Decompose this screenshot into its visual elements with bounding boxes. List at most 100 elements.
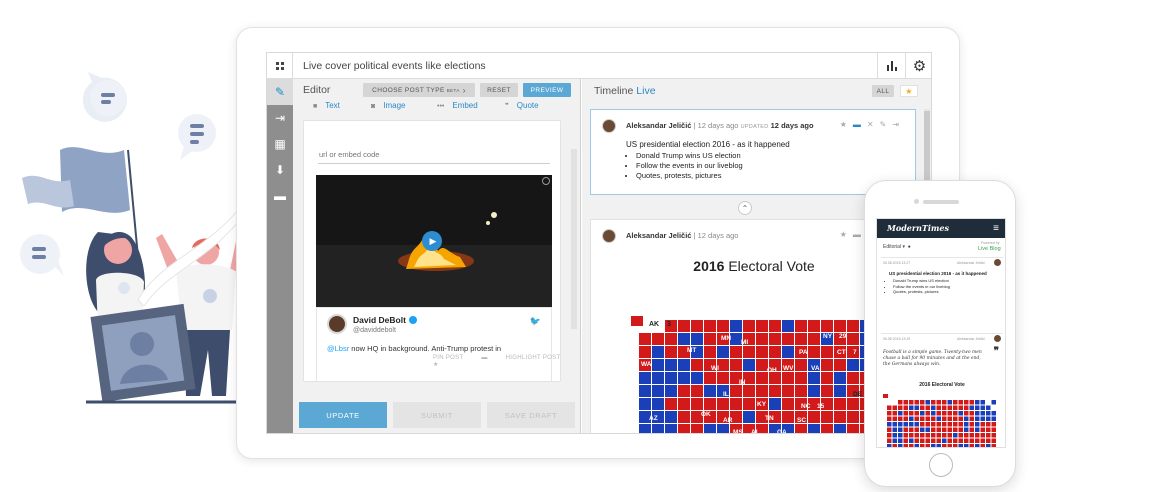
home-button[interactable]	[929, 453, 953, 477]
scrollbar-thumb[interactable]	[924, 111, 930, 181]
state-tile	[821, 424, 833, 433]
mini-state-tile	[980, 433, 985, 438]
mini-state-tile	[964, 400, 969, 405]
filter-highlighted-button[interactable]: ★	[900, 85, 918, 97]
mini-state-tile	[898, 438, 903, 443]
state-tile	[821, 372, 833, 384]
filter-all-button[interactable]: ALL	[872, 85, 894, 97]
post-type-image[interactable]: ◙ Image	[371, 101, 405, 110]
save-draft-button[interactable]: SAVE DRAFT	[487, 402, 575, 428]
pin-post-toggle[interactable]: PIN POST ▬	[433, 355, 488, 361]
state-tile	[691, 398, 703, 410]
pin-post-label: PIN POST	[433, 355, 464, 361]
state-label: MI	[741, 339, 748, 346]
close-icon[interactable]: ✕	[867, 120, 880, 129]
mini-state-tile	[991, 444, 996, 447]
timeline-post[interactable]: Aleksandar Jeličić | 12 days ago UPDATED…	[590, 109, 916, 195]
state-tile	[756, 385, 768, 397]
state-tile	[782, 385, 794, 397]
state-tile	[639, 333, 651, 345]
post-type-quote[interactable]: ❞ Quote	[505, 101, 539, 110]
mini-state-tile	[991, 427, 996, 432]
state-label: DE	[853, 391, 863, 398]
preview-button[interactable]: PREVIEW	[523, 83, 571, 97]
mini-state-tile	[991, 411, 996, 416]
embedded-video[interactable]: ▶	[316, 175, 552, 307]
mini-state-tile	[953, 411, 958, 416]
post-type-embed-label: Embed	[452, 101, 478, 110]
embed-url-input[interactable]: url or embed code	[318, 150, 550, 164]
submit-button[interactable]: SUBMIT	[393, 402, 481, 428]
state-tile	[665, 398, 677, 410]
mini-state-tile	[964, 433, 969, 438]
publication-logo[interactable]: ModernTimes	[887, 223, 949, 233]
pin-icon[interactable]: ▬	[853, 120, 867, 129]
state-tile	[743, 411, 755, 423]
state-tile	[795, 320, 807, 332]
mini-state-tile	[887, 422, 892, 427]
state-tile	[665, 333, 677, 345]
liveblog-app: Live cover political events like electio…	[266, 52, 932, 434]
mini-state-tile	[909, 427, 914, 432]
exit-icon[interactable]: ⇥	[892, 120, 905, 129]
post-time: | 12 days ago	[693, 121, 739, 130]
menu-icon[interactable]: ≡	[993, 223, 999, 234]
edit-icon[interactable]: ✎	[880, 120, 893, 129]
editorial-label: Editorial	[883, 244, 902, 250]
post-type-text[interactable]: ■ Text	[313, 101, 340, 110]
mini-state-tile	[964, 438, 969, 443]
mini-state-tile	[958, 400, 963, 405]
twitter-bird-icon[interactable]: 🐦	[530, 316, 541, 327]
choose-post-type-button[interactable]: CHOOSE POST TYPE BETA ›	[363, 83, 475, 97]
chevron-up-icon: ⌃	[741, 203, 749, 213]
mini-state-tile	[887, 433, 892, 438]
chevron-right-icon: ›	[462, 85, 466, 95]
post-type-text-label: Text	[325, 101, 340, 110]
editor-scrollbar[interactable]	[571, 149, 577, 329]
state-tile	[730, 346, 742, 358]
state-tile	[717, 346, 729, 358]
layout-tool-button[interactable]: ▦	[267, 131, 293, 157]
editorial-selector[interactable]: Editorial ▾ ●	[883, 244, 911, 250]
post-quote: Football is a simple game. Twenty-two me…	[883, 350, 982, 367]
state-tile	[665, 346, 677, 358]
post-type-embed[interactable]: ••• Embed	[437, 101, 478, 110]
state-tile	[782, 398, 794, 410]
state-tile	[782, 411, 794, 423]
live-label: Live	[636, 85, 656, 97]
publication-header: ModernTimes ≡	[877, 219, 1005, 238]
reset-button[interactable]: RESET	[480, 83, 518, 97]
state-tile	[821, 385, 833, 397]
analytics-button[interactable]	[877, 53, 905, 79]
mini-state-tile	[920, 422, 925, 427]
state-tile	[821, 346, 833, 358]
state-label: OH	[767, 367, 777, 374]
embedded-tweet: David DeBolt @daviddebolt 🐦 @Lbsr now HQ…	[316, 307, 552, 381]
mini-state-tile	[936, 433, 941, 438]
collapse-button[interactable]: ⌃	[738, 201, 752, 215]
tweet-mention[interactable]: @Lbsr	[327, 344, 349, 353]
mini-state-tile	[958, 411, 963, 416]
mini-state-tile	[920, 405, 925, 410]
mini-state-tile	[986, 433, 991, 438]
mini-state-tile	[892, 405, 897, 410]
state-label: GA	[777, 429, 787, 434]
live-blog-badge[interactable]: Live Blog	[978, 246, 1001, 252]
star-icon[interactable]: ★	[840, 120, 853, 129]
mini-state-tile	[903, 427, 908, 432]
state-tile	[782, 372, 794, 384]
state-tile	[821, 411, 833, 423]
exit-tool-button[interactable]: ⇥	[267, 105, 293, 131]
avatar	[994, 259, 1001, 266]
state-tile	[691, 372, 703, 384]
play-button[interactable]: ▶	[422, 231, 442, 251]
update-button[interactable]: UPDATE	[299, 402, 387, 428]
editor-tool-button[interactable]: ✎	[267, 79, 293, 105]
mini-state-tile	[936, 416, 941, 421]
download-tool-button[interactable]: ⬇	[267, 157, 293, 183]
app-menu-button[interactable]	[267, 53, 293, 79]
state-tile	[704, 346, 716, 358]
settings-button[interactable]: ⚙	[905, 53, 931, 79]
mini-state-tile	[925, 444, 930, 447]
comments-tool-button[interactable]: ▬	[267, 183, 293, 209]
